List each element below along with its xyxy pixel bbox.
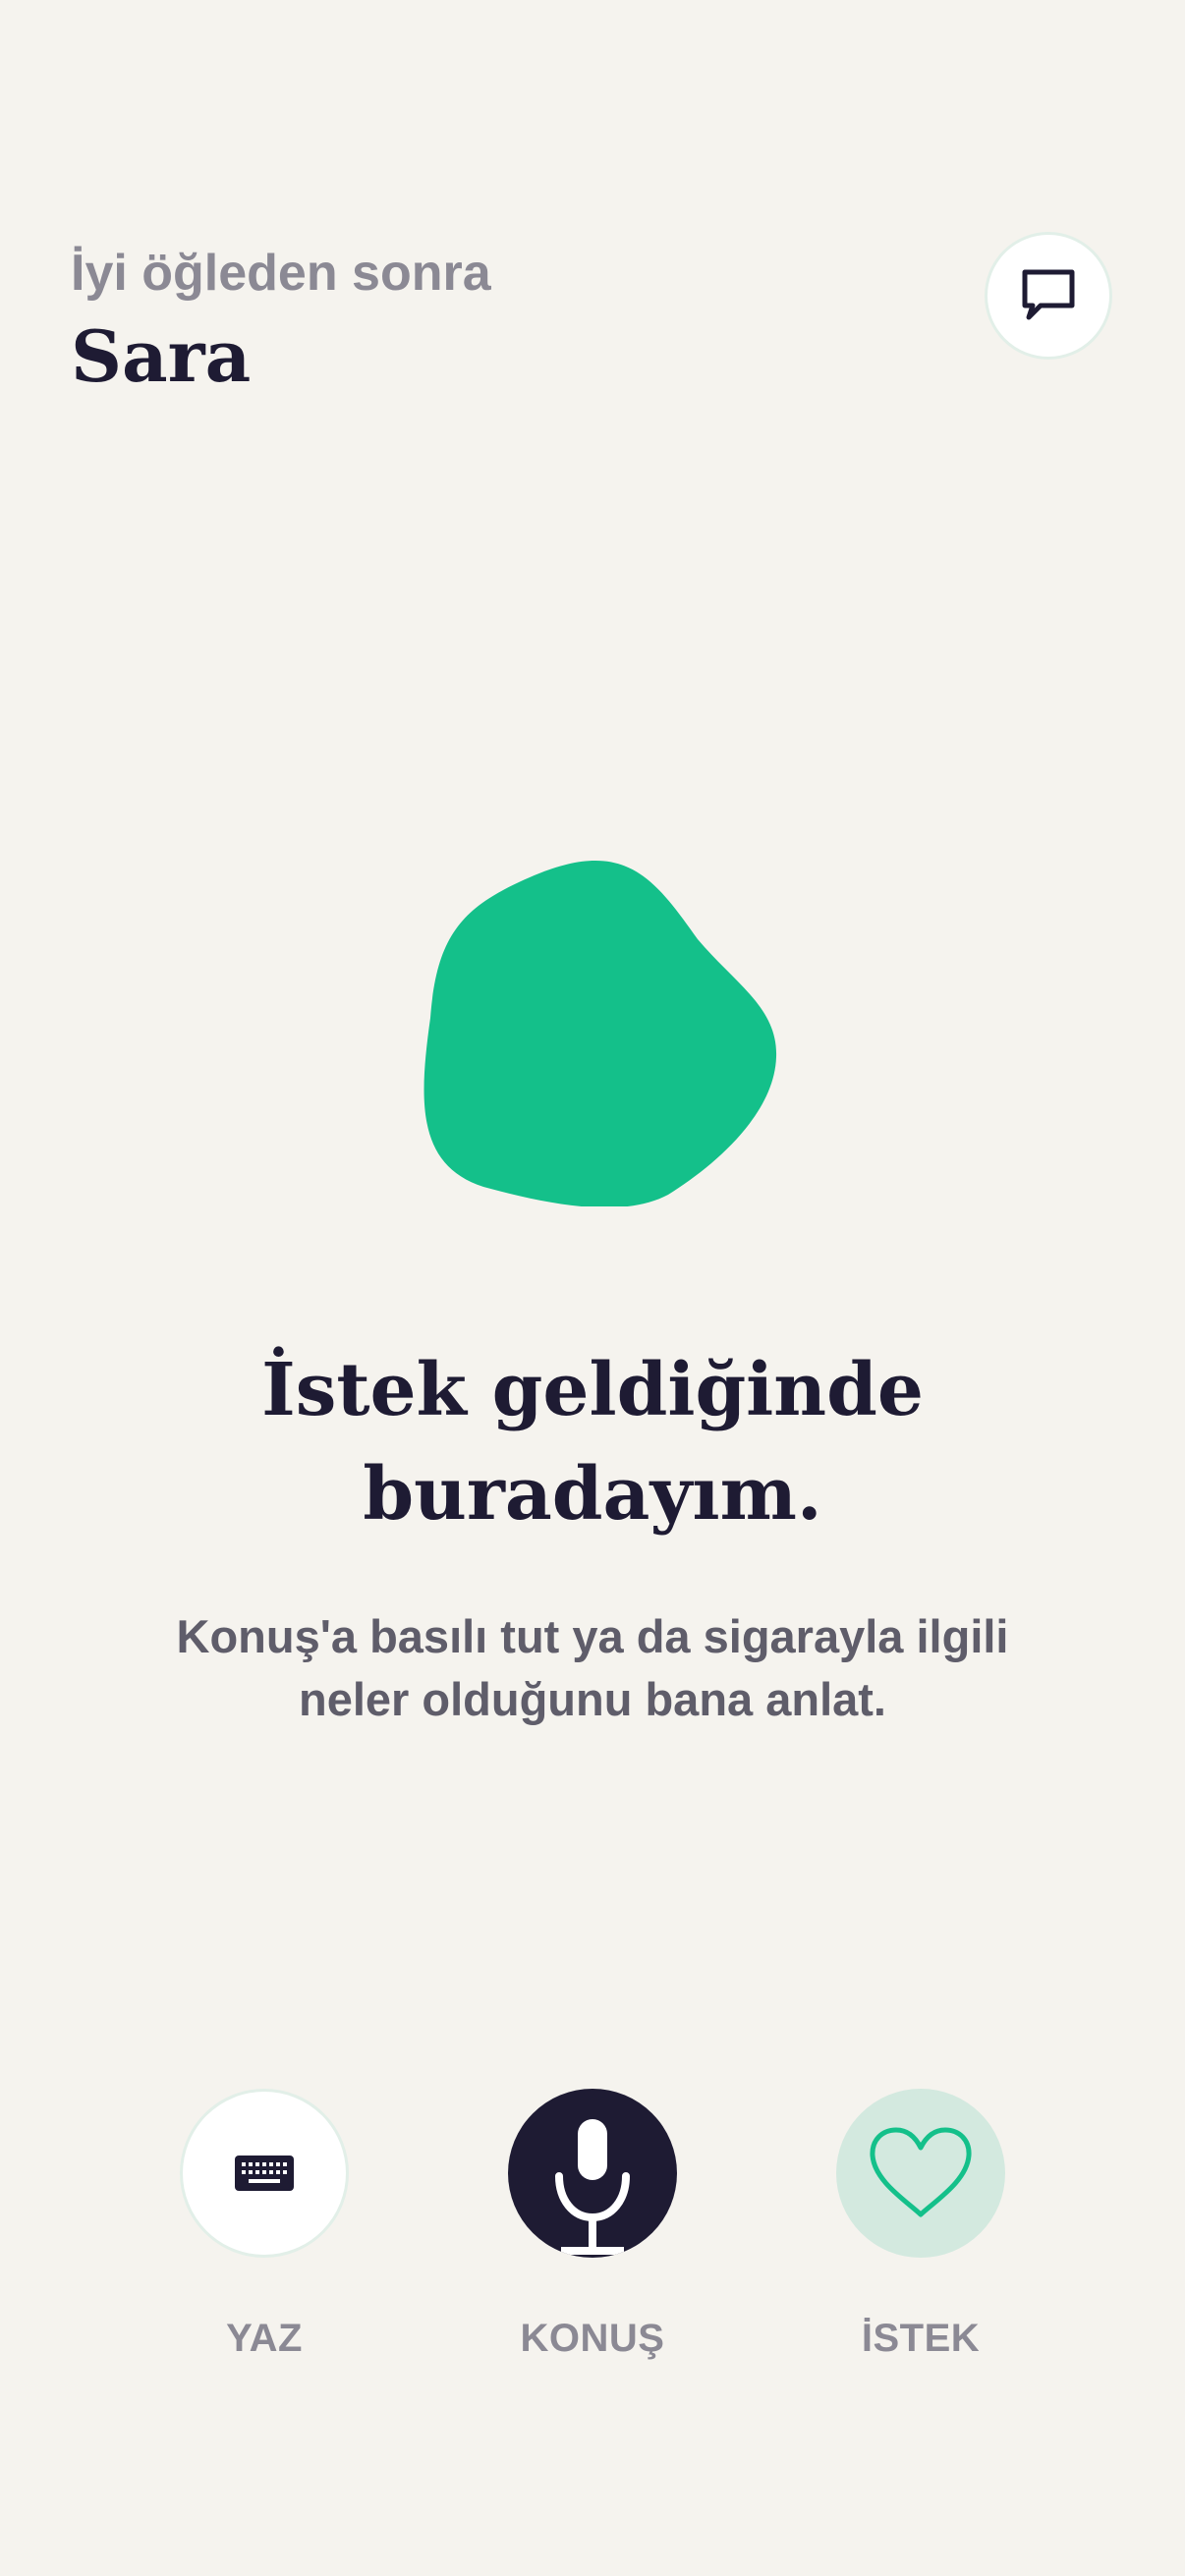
headline-line-1: İstek geldiğinde: [261, 1348, 924, 1432]
user-name: Sara: [71, 314, 252, 398]
action-speak[interactable]: KONUŞ: [445, 2089, 740, 2393]
instruction-text: Konuş'a basılı tut ya da sigarayla ilgil…: [101, 1605, 1084, 1731]
chat-bubble-icon: [1022, 269, 1075, 320]
speak-button[interactable]: [508, 2089, 677, 2258]
action-write[interactable]: YAZ: [117, 2089, 412, 2393]
keyboard-icon: [235, 2156, 294, 2191]
greeting-text: İyi öğleden sonra: [71, 245, 491, 302]
headline: İstek geldiğinde buradayım.: [101, 1338, 1084, 1546]
instruction-line-2: neler olduğunu bana anlat.: [299, 1673, 886, 1725]
write-button[interactable]: [180, 2089, 349, 2258]
heart-icon: [870, 2127, 972, 2217]
action-craving[interactable]: İSTEK: [773, 2089, 1068, 2393]
craving-label: İSTEK: [861, 2317, 981, 2360]
write-label: YAZ: [226, 2317, 303, 2360]
speak-label: KONUŞ: [520, 2317, 665, 2360]
headline-line-2: buradayım.: [363, 1452, 822, 1537]
instruction-line-1: Konuş'a basılı tut ya da sigarayla ilgil…: [176, 1610, 1009, 1662]
chat-button[interactable]: [985, 232, 1112, 360]
header: İyi öğleden sonra Sara: [71, 242, 1114, 409]
craving-button[interactable]: [836, 2089, 1005, 2258]
companion-orb: [421, 861, 784, 1206]
orb-shape: [423, 861, 777, 1206]
microphone-icon: [555, 2119, 630, 2255]
